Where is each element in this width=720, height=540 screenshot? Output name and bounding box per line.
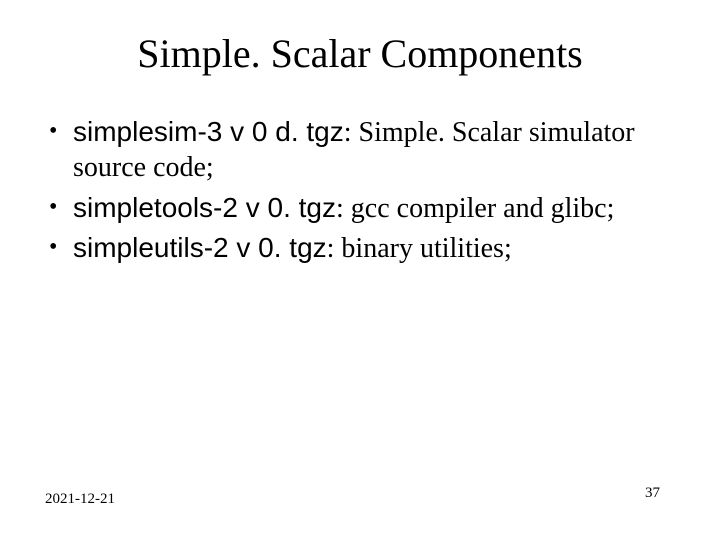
slide-content: simplesim-3 v 0 d. tgz: Simple. Scalar s…	[45, 114, 660, 270]
separator: :	[344, 117, 359, 148]
package-desc: binary utilities;	[341, 233, 511, 264]
bullet-item: simpleutils-2 v 0. tgz: binary utilities…	[45, 230, 660, 266]
footer-page-number: 37	[645, 485, 660, 502]
package-name: simplesim-3 v 0 d. tgz	[73, 116, 344, 147]
bullet-list: simplesim-3 v 0 d. tgz: Simple. Scalar s…	[45, 114, 660, 266]
package-name: simpleutils-2 v 0. tgz	[73, 232, 327, 263]
slide: Simple. Scalar Components simplesim-3 v …	[0, 0, 720, 540]
footer-date: 2021-12-21	[45, 491, 115, 508]
package-name: simpletools-2 v 0. tgz	[73, 192, 336, 223]
bullet-item: simplesim-3 v 0 d. tgz: Simple. Scalar s…	[45, 114, 660, 186]
separator: :	[336, 193, 351, 224]
separator: :	[327, 233, 342, 264]
package-desc: gcc compiler and glibc;	[351, 193, 615, 224]
bullet-item: simpletools-2 v 0. tgz: gcc compiler and…	[45, 190, 660, 226]
slide-title: Simple. Scalar Components	[0, 30, 720, 77]
